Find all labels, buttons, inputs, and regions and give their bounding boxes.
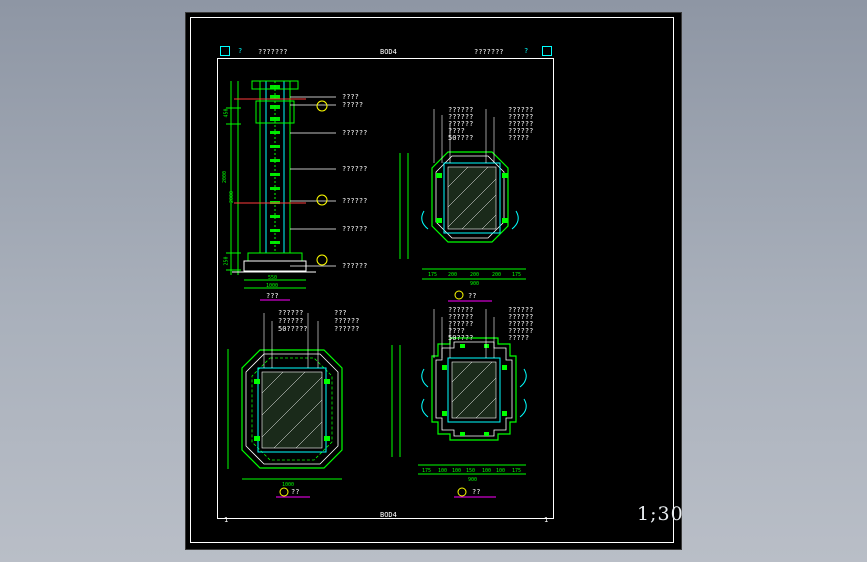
- section-b-callout: ??????: [278, 309, 304, 317]
- section-c-dim: 100: [496, 468, 506, 474]
- section-a-callout: ?????: [508, 134, 530, 142]
- cad-drawing: [226, 80, 527, 498]
- elevation-dim: 1000: [266, 283, 279, 289]
- footer-left-number: 1: [224, 516, 229, 524]
- section-c-dim: 150: [466, 468, 476, 474]
- section-a-caption: ??: [468, 292, 477, 300]
- section-c-dim: 100: [482, 468, 492, 474]
- section-c-dim: 100: [452, 468, 462, 474]
- section-b-callout: ??????: [334, 317, 360, 325]
- elevation-callout: ??????: [342, 262, 368, 270]
- elevation-callout: ??????: [342, 129, 368, 137]
- section-a-callout: 50????: [448, 134, 474, 142]
- header-left-question: ?: [238, 47, 243, 55]
- header-right-label: ???????: [474, 48, 504, 56]
- scale-label: 1;30: [637, 503, 684, 525]
- section-c-dim: 175: [512, 468, 522, 474]
- elevation-callout: ??????: [342, 165, 368, 173]
- header-left-icon[interactable]: [220, 46, 230, 56]
- elevation-dim: 450: [223, 108, 230, 118]
- section-b-caption: ??: [291, 488, 300, 496]
- elevation-dim: 2000: [222, 170, 229, 184]
- header-right-icon[interactable]: [542, 46, 552, 56]
- elevation-callout: ????: [342, 93, 359, 101]
- section-c-dim: 100: [438, 468, 448, 474]
- elevation-callout: ??????: [342, 225, 368, 233]
- section-b-callout: ??????: [278, 317, 304, 325]
- elevation-dim: 550: [268, 275, 278, 281]
- section-a-total: 900: [470, 281, 480, 287]
- section-a-dim: 175: [512, 272, 522, 278]
- elevation-dim: 250: [223, 256, 230, 266]
- section-c-total: 900: [468, 477, 478, 483]
- section-b-callout: ???: [334, 309, 347, 317]
- elevation-dim: 2000: [229, 190, 236, 204]
- drawing-canvas[interactable]: ? ??????? BOD4 ??????? ? ???? ????? ????…: [185, 12, 682, 550]
- header-right-question: ?: [524, 47, 529, 55]
- section-b-plan: [227, 313, 343, 497]
- section-c-callout: 50????: [448, 334, 474, 342]
- elevation-caption: ???: [266, 292, 279, 300]
- section-b-callout: 50?????: [278, 325, 308, 333]
- section-c-dim: 175: [422, 468, 432, 474]
- section-b-callout: ??????: [334, 325, 360, 333]
- footer-center-code: BOD4: [380, 511, 397, 519]
- footer-right-number: 1: [544, 516, 549, 524]
- section-a-dim: 175: [428, 272, 438, 278]
- header-left-label: ???????: [258, 48, 288, 56]
- elevation-callout: ??????: [342, 197, 368, 205]
- section-c-caption: ??: [472, 488, 481, 496]
- column-elevation: [226, 80, 336, 289]
- section-a-dim: 200: [492, 272, 502, 278]
- section-a-dim: 200: [470, 272, 480, 278]
- section-a-dim: 200: [448, 272, 458, 278]
- section-c-callout: ?????: [508, 334, 530, 342]
- header-center-code: BOD4: [380, 48, 397, 56]
- elevation-callout: ?????: [342, 101, 364, 109]
